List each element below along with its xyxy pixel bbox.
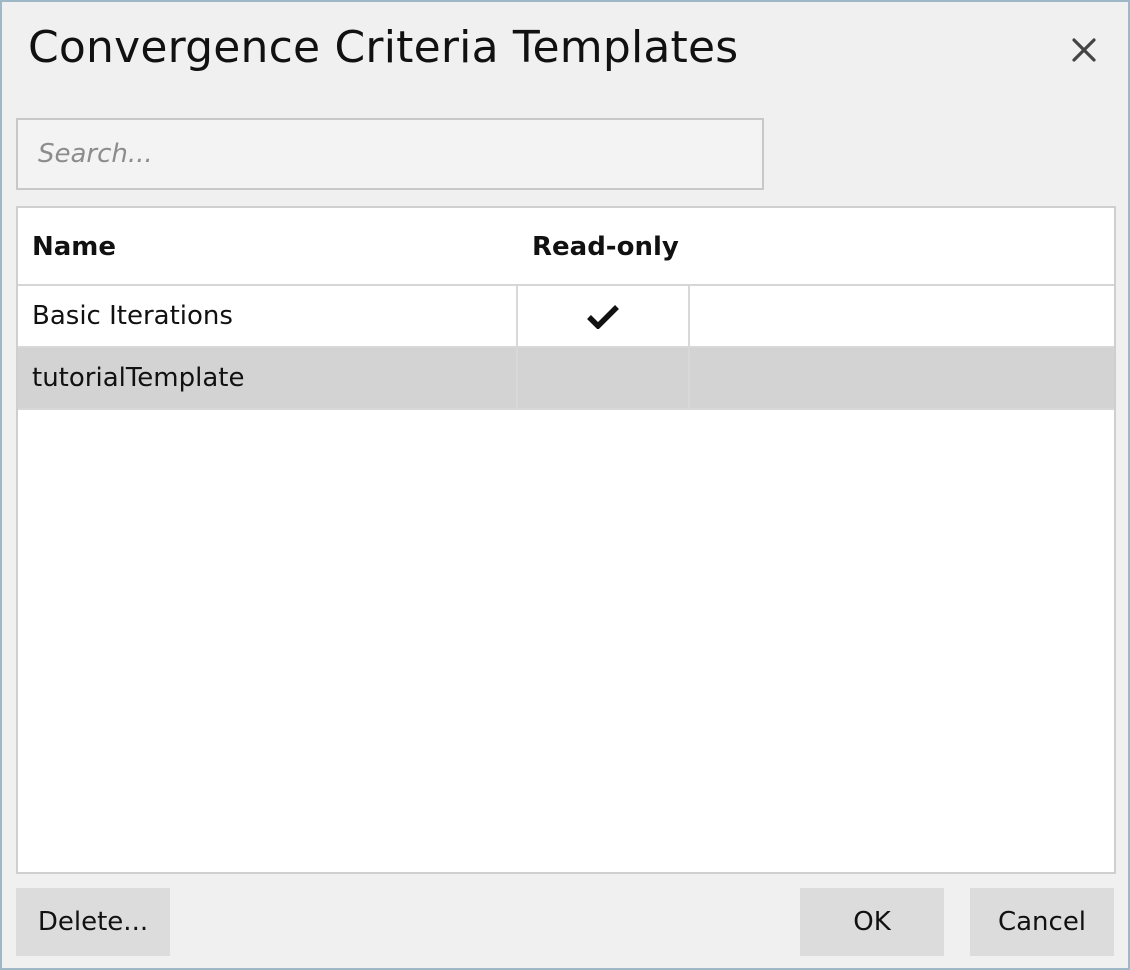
- row-read-only-cell: [518, 348, 690, 408]
- row-read-only-cell: [518, 286, 690, 346]
- cancel-button[interactable]: Cancel: [970, 888, 1114, 956]
- dialog-title: Convergence Criteria Templates: [28, 22, 739, 73]
- checkmark-icon: [587, 305, 619, 329]
- search-input[interactable]: [16, 118, 764, 190]
- row-empty-cell: [690, 286, 1114, 346]
- close-button[interactable]: [1062, 28, 1106, 72]
- column-header-read-only[interactable]: Read-only: [532, 232, 679, 262]
- table-row[interactable]: Basic Iterations: [18, 286, 1114, 348]
- convergence-criteria-templates-dialog: Convergence Criteria Templates Name Read…: [0, 0, 1130, 970]
- row-name-cell: Basic Iterations: [18, 286, 518, 346]
- column-header-name[interactable]: Name: [32, 232, 116, 262]
- table-row-selected[interactable]: tutorialTemplate: [18, 348, 1114, 410]
- delete-button[interactable]: Delete...: [16, 888, 170, 956]
- row-empty-cell: [690, 348, 1114, 408]
- row-name-cell: tutorialTemplate: [18, 348, 518, 408]
- table-header: Name Read-only: [18, 208, 1114, 286]
- close-icon: [1072, 38, 1096, 62]
- templates-table: Name Read-only Basic Iterations tutorial…: [16, 206, 1116, 874]
- ok-button[interactable]: OK: [800, 888, 944, 956]
